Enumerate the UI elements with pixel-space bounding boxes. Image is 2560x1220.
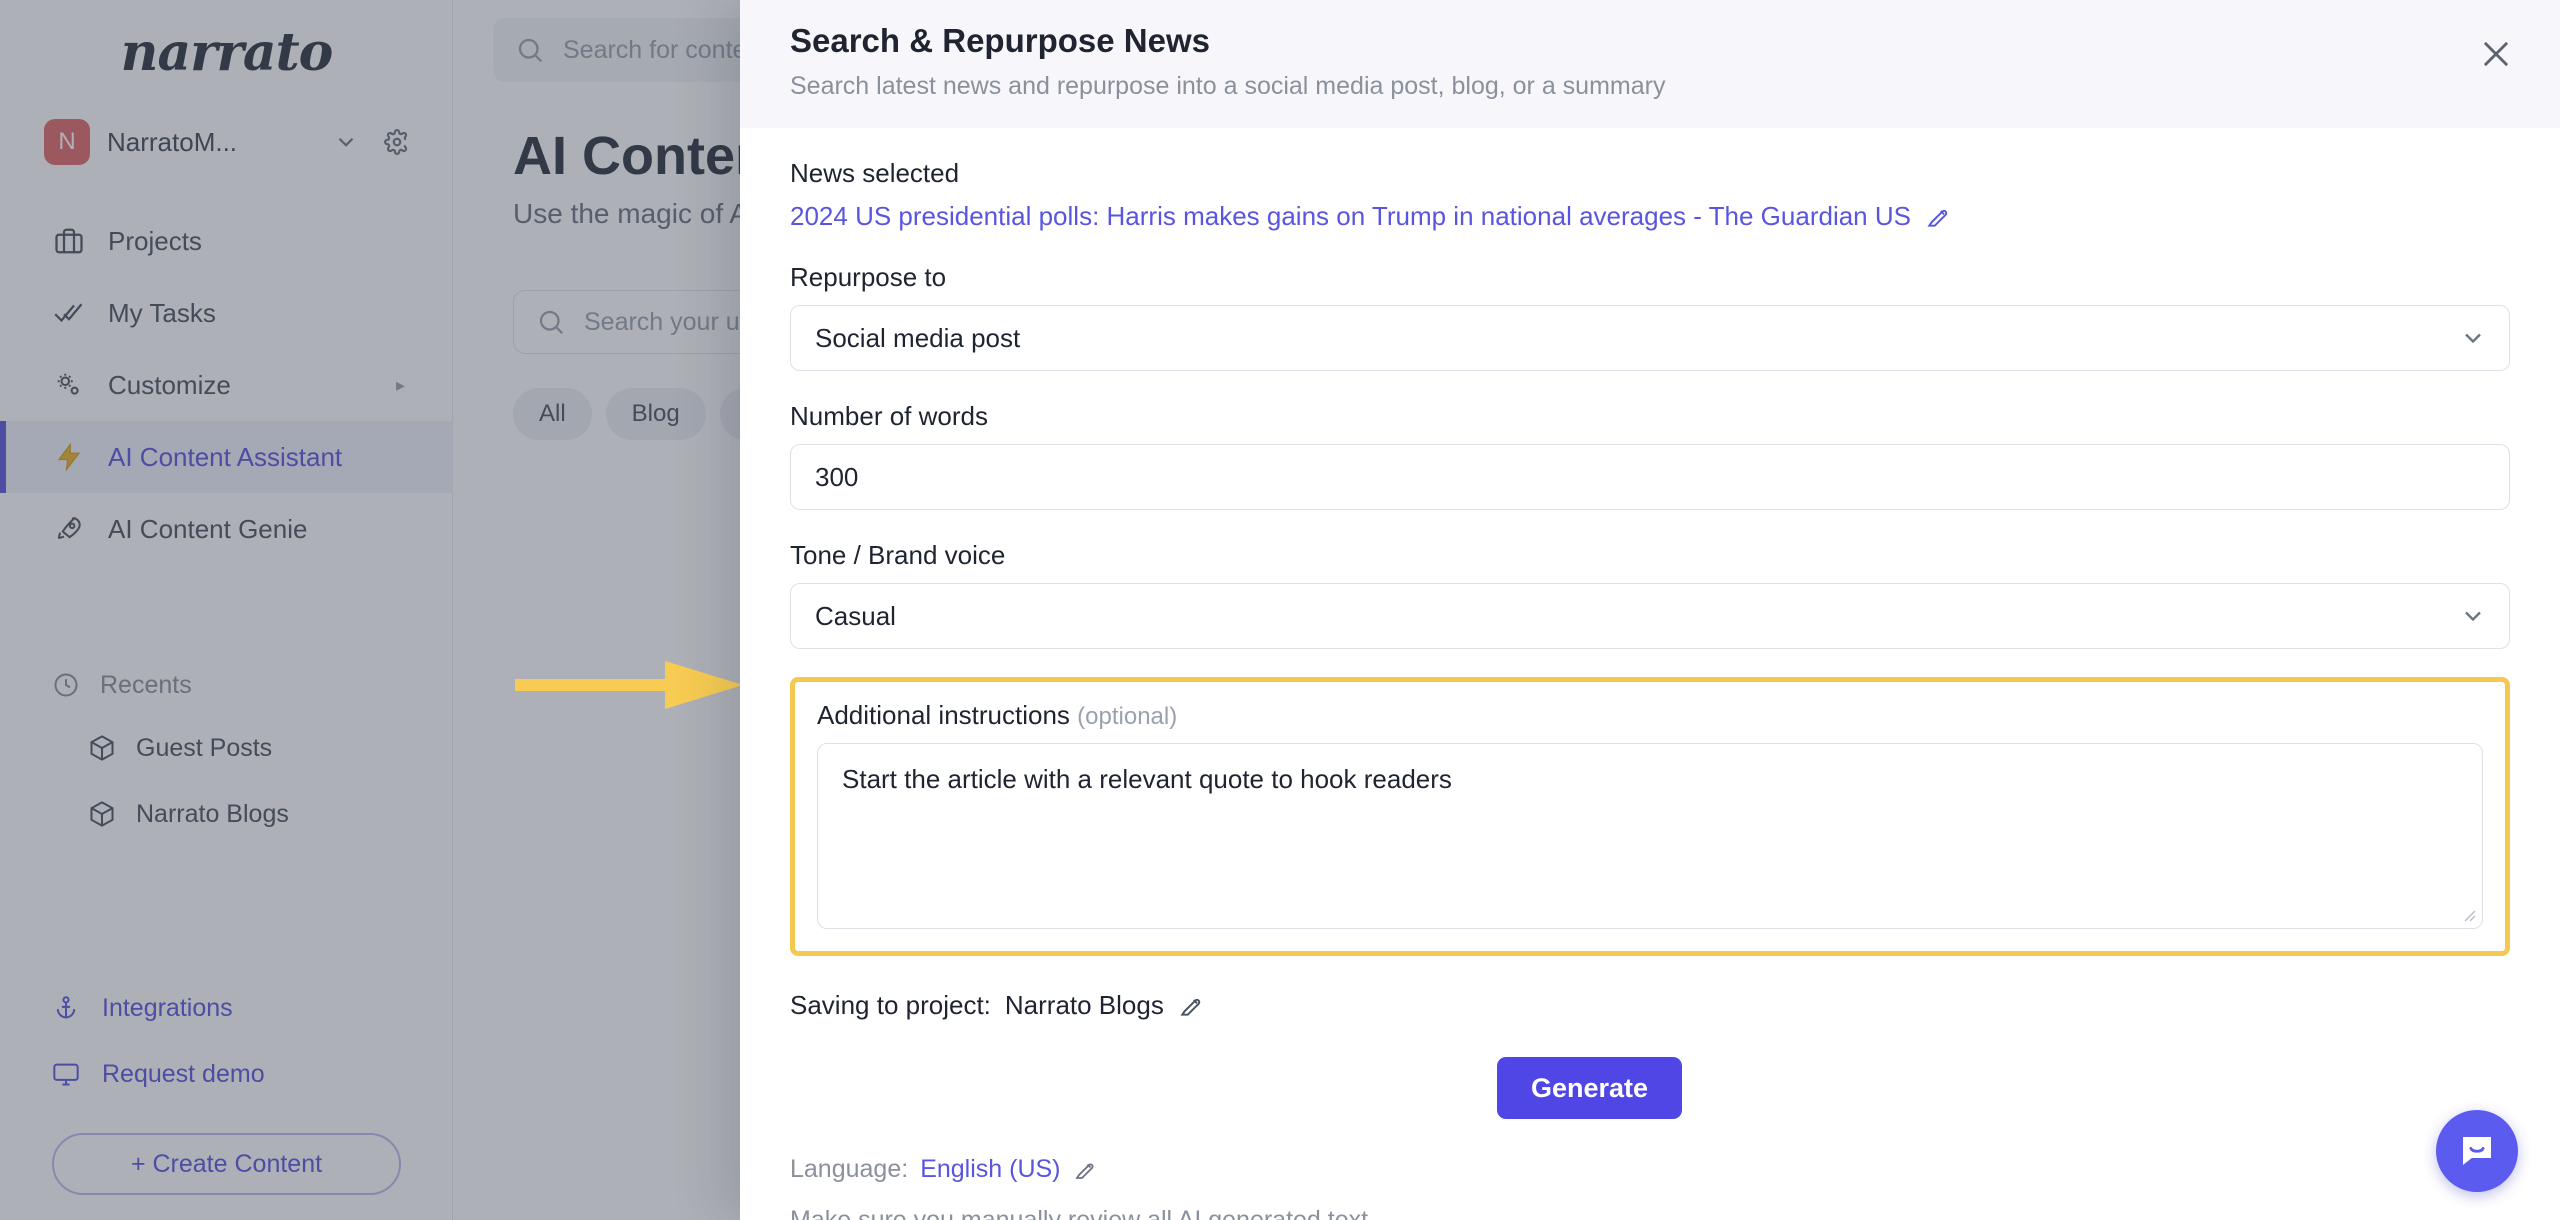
number-of-words-input[interactable]: 300 — [790, 444, 2510, 510]
lightning-icon — [52, 440, 86, 474]
sidebar-item-my-tasks[interactable]: My Tasks — [0, 277, 453, 349]
monitor-icon — [52, 1060, 80, 1088]
chevron-right-icon[interactable]: ▸ — [396, 375, 405, 396]
generate-row: Generate — [790, 1057, 2510, 1119]
cube-icon — [88, 734, 116, 762]
edit-icon[interactable] — [1073, 1158, 1097, 1182]
chevron-down-icon[interactable] — [2459, 602, 2487, 630]
recent-item-narrato-blogs[interactable]: Narrato Blogs — [0, 781, 453, 847]
sidebar-item-label: Request demo — [102, 1059, 265, 1088]
workspace-name: NarratoM... — [107, 126, 238, 157]
sidebar-item-integrations[interactable]: Integrations — [0, 975, 453, 1041]
sidebar-item-label: Customize — [108, 369, 231, 400]
briefcase-icon — [52, 224, 86, 258]
sidebar-bottom: Integrations Request demo + Create Conte… — [0, 975, 453, 1195]
number-of-words-label: Number of words — [790, 401, 988, 431]
repurpose-to-value: Social media post — [815, 322, 1021, 353]
cube-icon — [88, 800, 116, 828]
modal-header: Search & Repurpose News Search latest ne… — [740, 0, 2560, 128]
chat-support-button[interactable] — [2436, 1110, 2518, 1192]
search-icon — [536, 307, 566, 337]
annotation-arrow-icon — [515, 655, 745, 715]
additional-instructions-textarea[interactable]: Start the article with a relevant quote … — [817, 743, 2483, 929]
sidebar-item-projects[interactable]: Projects — [0, 205, 453, 277]
sidebar-item-label: AI Content Assistant — [108, 441, 343, 472]
additional-instructions-optional: (optional) — [1077, 703, 1178, 730]
language-row: Language: English (US) — [790, 1155, 2510, 1184]
sidebar-item-label: Integrations — [102, 993, 233, 1022]
filter-chip[interactable]: Blog — [605, 388, 706, 440]
repurpose-to-label: Repurpose to — [790, 262, 947, 292]
modal-title: Search & Repurpose News — [790, 22, 1210, 59]
saving-to-project-label: Saving to project: — [790, 990, 991, 1020]
news-selected-link[interactable]: 2024 US presidential polls: Harris makes… — [790, 201, 2510, 232]
recent-item-label: Narrato Blogs — [136, 799, 289, 828]
search-icon — [515, 35, 545, 65]
sidebar-item-label: AI Content Genie — [108, 513, 308, 544]
repurpose-to-select[interactable]: Social media post — [790, 305, 2510, 371]
additional-instructions-value: Start the article with a relevant quote … — [842, 764, 1452, 794]
sidebar-item-ai-content-assistant[interactable]: AI Content Assistant — [0, 421, 453, 493]
global-search-placeholder: Search for content — [563, 35, 768, 64]
news-selected-group: News selected 2024 US presidential polls… — [790, 158, 2510, 232]
tone-group: Tone / Brand voice Casual — [790, 540, 2510, 649]
gear-icon[interactable] — [380, 125, 414, 159]
search-repurpose-news-modal: Search & Repurpose News Search latest ne… — [740, 0, 2560, 1220]
anchor-icon — [52, 994, 80, 1022]
recent-item-label: Guest Posts — [136, 733, 273, 762]
saving-to-project-row: Saving to project: Narrato Blogs — [790, 990, 2510, 1021]
chevron-down-icon[interactable] — [2459, 324, 2487, 352]
sidebar: narrato N NarratoM... Projects My Tasks … — [0, 0, 453, 1220]
create-content-button[interactable]: + Create Content — [52, 1133, 401, 1195]
sidebar-item-label: Projects — [108, 225, 202, 256]
repurpose-to-group: Repurpose to Social media post — [790, 262, 2510, 371]
number-of-words-group: Number of words 300 — [790, 401, 2510, 510]
recent-item-guest-posts[interactable]: Guest Posts — [0, 715, 453, 781]
page-subtitle: Use the magic of AI — [513, 198, 756, 229]
additional-instructions-label: Additional instructions (optional) — [817, 700, 2483, 731]
recents-header: Recents — [0, 655, 453, 715]
tone-value: Casual — [815, 600, 896, 631]
number-of-words-value: 300 — [815, 461, 859, 492]
app-root: narrato N NarratoM... Projects My Tasks … — [0, 0, 2560, 1220]
modal-body: News selected 2024 US presidential polls… — [740, 128, 2560, 1220]
saving-to-project-value: Narrato Blogs — [1004, 990, 1164, 1020]
generate-button[interactable]: Generate — [1496, 1057, 1682, 1119]
edit-icon[interactable] — [1925, 204, 1951, 230]
additional-instructions-highlight: Additional instructions (optional) Start… — [790, 677, 2510, 956]
narrato-logo[interactable]: narrato — [0, 22, 453, 83]
sidebar-item-ai-content-genie[interactable]: AI Content Genie — [0, 493, 453, 565]
rocket-icon — [52, 512, 86, 546]
sidebar-item-request-demo[interactable]: Request demo — [0, 1041, 453, 1107]
double-check-icon — [52, 296, 86, 330]
workspace-switcher[interactable]: N NarratoM... — [44, 112, 414, 172]
modal-subtitle: Search latest news and repurpose into a … — [790, 72, 1666, 100]
tone-select[interactable]: Casual — [790, 583, 2510, 649]
recents-section: Recents Guest Posts Narrato Blogs — [0, 655, 453, 847]
sidebar-item-label: My Tasks — [108, 297, 216, 328]
tone-label: Tone / Brand voice — [790, 540, 1006, 570]
close-icon[interactable] — [2470, 28, 2522, 80]
sidebar-item-customize[interactable]: Customize ▸ — [0, 349, 453, 421]
language-value[interactable]: English (US) — [920, 1155, 1060, 1184]
news-selected-label: News selected — [790, 158, 960, 188]
filter-chip[interactable]: All — [513, 388, 592, 440]
sidebar-nav: Projects My Tasks Customize ▸ AI Content… — [0, 205, 453, 565]
edit-icon[interactable] — [1178, 993, 1204, 1019]
recents-label: Recents — [100, 670, 192, 699]
clock-icon — [52, 671, 80, 699]
additional-instructions-label-text: Additional instructions — [817, 700, 1070, 730]
avatar: N — [44, 119, 90, 165]
ai-review-footnote: Make sure you manually review all AI gen… — [790, 1206, 1376, 1220]
language-label: Language: — [790, 1155, 909, 1183]
resize-handle-icon[interactable] — [2460, 906, 2476, 922]
chevron-down-icon[interactable] — [329, 125, 363, 159]
gears-icon — [52, 368, 86, 402]
news-selected-value: 2024 US presidential polls: Harris makes… — [790, 201, 1911, 231]
